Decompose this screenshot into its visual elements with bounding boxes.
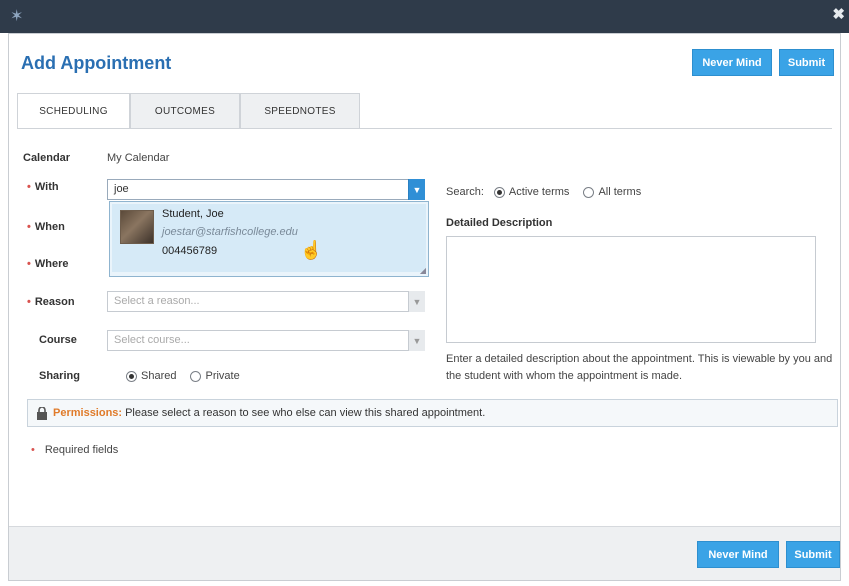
permissions-message: Please select a reason to see who else c… [125,407,486,419]
sharing-private-radio[interactable] [190,370,202,382]
permissions-banner: Permissions: Please select a reason to s… [27,399,838,427]
course-placeholder: Select course... [114,334,190,346]
with-input-value: joe [114,183,129,195]
tab-scheduling[interactable]: SCHEDULING [17,93,130,129]
chevron-down-icon[interactable]: ▼ [408,179,425,200]
permissions-title: Permissions: [53,407,123,419]
active-terms-label: Active terms [508,186,570,198]
close-icon[interactable]: ✖ [832,5,845,23]
required-marker: • [31,444,35,456]
dialog-footer: Never Mind Submit [9,526,840,580]
tab-speednotes[interactable]: SPEEDNOTES [240,93,360,129]
never-mind-button-bottom[interactable]: Never Mind [697,541,779,568]
never-mind-button-top[interactable]: Never Mind [692,49,772,76]
calendar-label: Calendar [23,152,71,164]
tab-outcomes[interactable]: OUTCOMES [130,93,240,129]
all-terms-label: All terms [598,186,642,198]
student-name: Student, Joe [162,208,224,220]
calendar-value: My Calendar [107,152,170,164]
dialog-header: Add Appointment Never Mind Submit [9,34,840,89]
submit-button-bottom[interactable]: Submit [786,541,840,568]
starfish-logo-icon: ✶ [10,8,24,25]
search-terms-group: Search: Active terms All terms [446,186,655,198]
student-email[interactable]: joestar@starfishcollege.edu [162,226,298,238]
description-help-text: Enter a detailed description about the a… [446,353,833,382]
avatar [120,210,154,244]
required-marker: • [27,258,31,270]
required-marker: • [27,181,31,193]
sharing-shared-label: Shared [141,370,177,382]
active-terms-radio[interactable] [493,186,505,198]
all-terms-radio[interactable] [583,186,595,198]
student-id: 004456789 [162,245,218,257]
where-label: • Where [27,258,69,270]
lock-icon [37,406,47,420]
with-input[interactable]: joe ▼ [107,179,425,200]
detailed-description-textarea[interactable] [446,236,816,343]
student-search-results: Student, Joe joestar@starfishcollege.edu… [109,201,429,277]
reason-label: • Reason [27,296,75,308]
reason-placeholder: Select a reason... [114,295,200,307]
submit-button-top[interactable]: Submit [779,49,834,76]
required-fields-note: • Required fields [31,444,119,456]
when-label: • When [27,221,65,233]
detailed-description-label: Detailed Description [446,217,553,229]
required-marker: • [27,221,31,233]
course-label: Course [39,334,77,346]
search-label: Search: [446,186,484,198]
search-result-item[interactable]: Student, Joe joestar@starfishcollege.edu… [112,204,426,272]
sharing-private-label: Private [205,370,240,382]
sharing-label: Sharing [39,370,80,382]
reason-select[interactable]: Select a reason... ▼ [107,291,425,312]
chevron-down-icon[interactable]: ▼ [408,291,425,312]
required-marker: • [27,296,31,308]
window-titlebar: ✶ ✖ [0,0,849,33]
course-select[interactable]: Select course... ▼ [107,330,425,351]
with-label: • With [27,181,59,193]
add-appointment-dialog: Add Appointment Never Mind Submit SCHEDU… [8,33,841,581]
tab-divider [17,128,832,129]
sharing-radio-group: Shared Private [126,370,254,382]
dialog-title: Add Appointment [21,53,172,73]
hand-pointer-icon: ☝ [300,240,323,260]
chevron-down-icon[interactable]: ▼ [408,330,425,351]
sharing-shared-radio[interactable] [126,370,137,382]
resize-handle-icon[interactable]: ◢ [420,266,426,275]
